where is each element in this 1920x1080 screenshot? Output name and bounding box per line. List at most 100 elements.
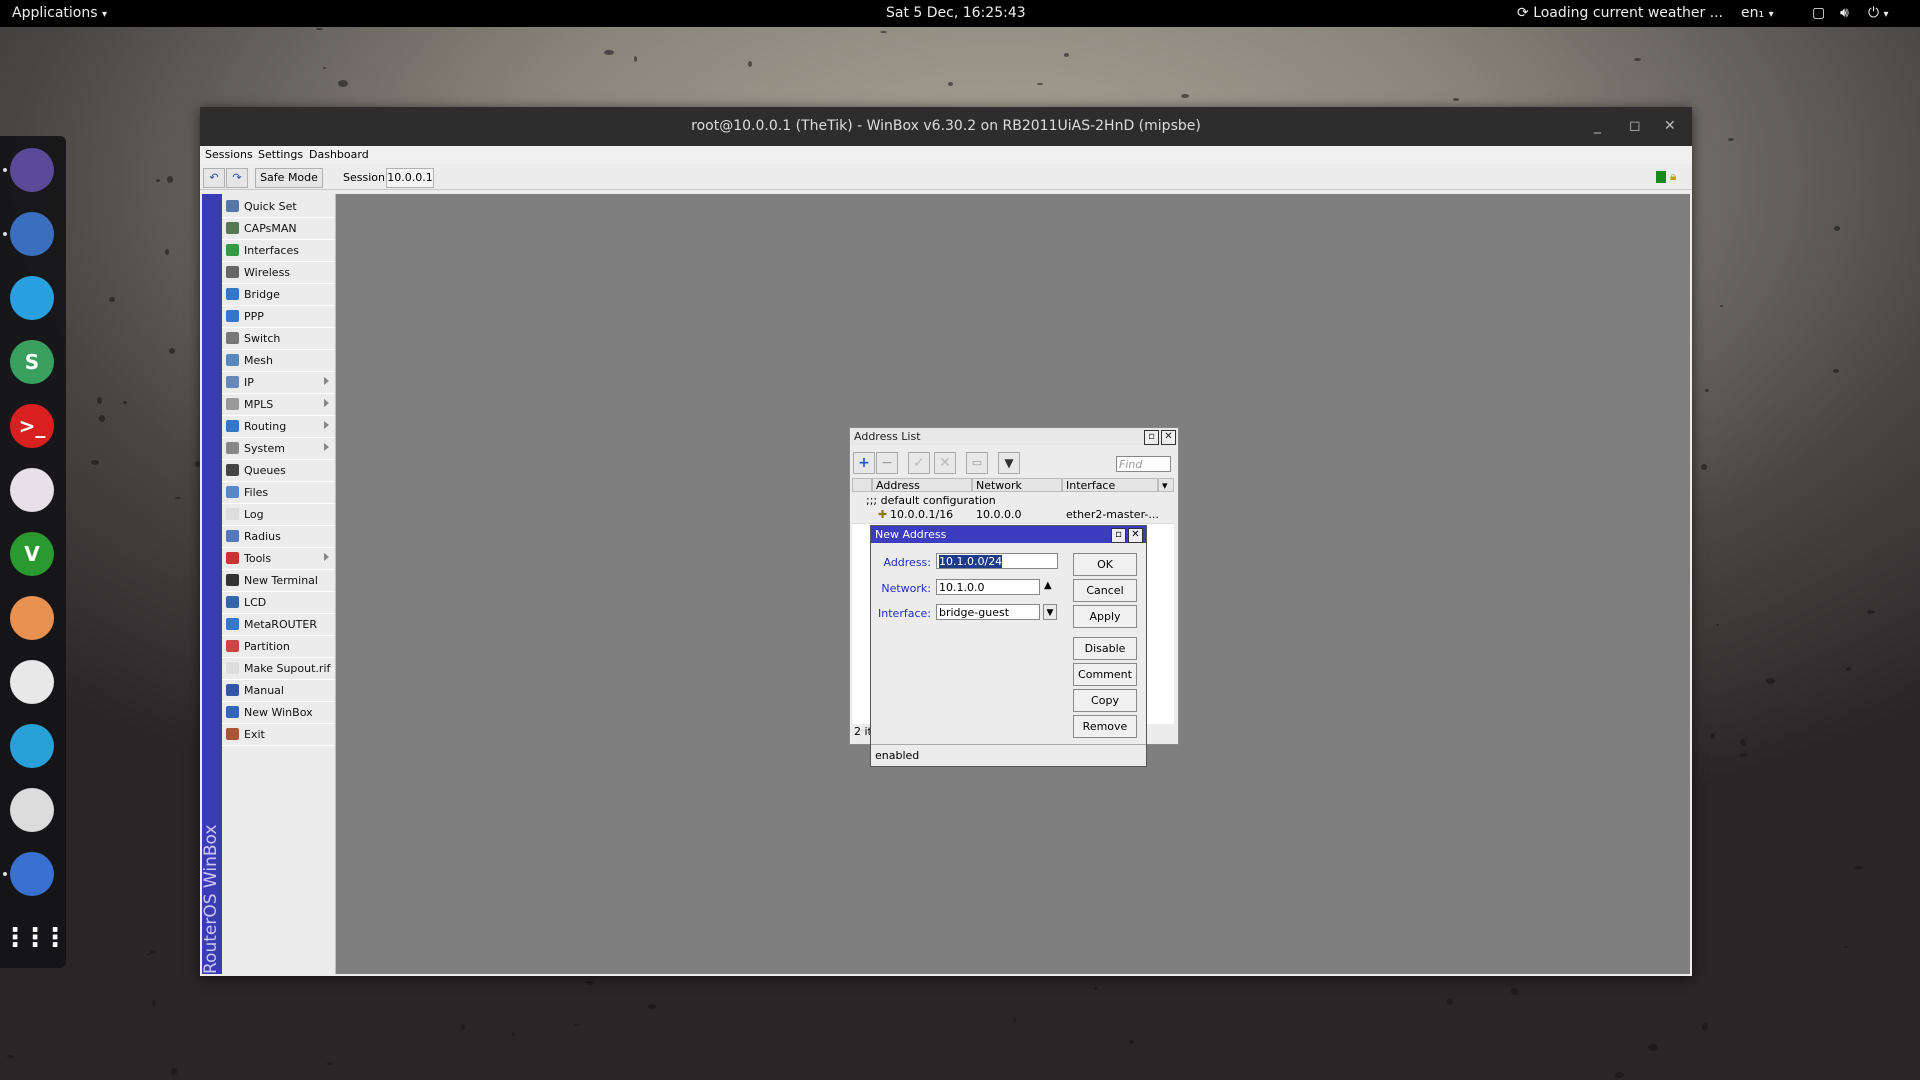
sidebar-item-new-winbox[interactable]: New WinBox [222,702,335,724]
new-address-titlebar[interactable]: New Address ▫ ✕ [871,526,1146,543]
sidebar-menu: Quick Set CAPsMAN Interfaces Wireless Bridge… [222,194,336,974]
window-titlebar[interactable]: root@10.0.0.1 (TheTik) - WinBox v6.30.2 … [200,107,1692,146]
sidebar-item-exit[interactable]: Exit [222,724,335,746]
column-network[interactable]: Network [972,478,1062,492]
sidebar-item-manual[interactable]: Manual [222,680,335,702]
close-icon[interactable]: ✕ [1161,430,1176,445]
sidebar-item-mesh[interactable]: Mesh [222,350,335,372]
raindrop [323,67,326,69]
undo-icon[interactable]: ↶ [203,168,225,188]
filter-icon[interactable]: ▼ [998,452,1020,474]
thunderbird-icon[interactable] [10,212,54,256]
slack-icon[interactable]: S [10,340,54,384]
sidebar-item-bridge[interactable]: Bridge [222,284,335,306]
remove-icon[interactable]: − [876,452,898,474]
network-field[interactable]: 10.1.0.0 [936,579,1040,595]
sidebar-item-tools[interactable]: Tools [222,548,335,570]
sidebar-item-system[interactable]: System [222,438,335,460]
raindrop [1766,678,1775,684]
monitor-icon[interactable] [10,724,54,768]
keyboard-layout[interactable]: en₁ ▾ [1741,0,1774,27]
menu-dashboard[interactable]: Dashboard [309,148,369,161]
interface-select[interactable]: bridge-guest [936,604,1040,620]
sidebar-item-switch[interactable]: Switch [222,328,335,350]
table-row[interactable]: ✚ 10.0.0.1/16 10.0.0.0 ether2-master-... [852,508,1174,522]
disable-button[interactable]: Disable [1073,637,1137,660]
dropdown-icon[interactable]: ▼ [1043,604,1057,620]
find-input[interactable]: Find [1116,456,1171,472]
clock-icon[interactable] [10,660,54,704]
atom-icon[interactable] [10,468,54,512]
raindrop [171,1068,177,1075]
column-chooser-icon[interactable]: ▾ [1158,478,1174,492]
address-list-titlebar[interactable]: Address List ▫ ✕ [850,428,1178,445]
column-interface[interactable]: Interface [1062,478,1158,492]
window-icon[interactable]: ▢ [1812,0,1825,27]
sidebar-item-queues[interactable]: Queues [222,460,335,482]
collapse-icon[interactable]: ▲ [1044,580,1052,591]
remove-button[interactable]: Remove [1073,715,1137,738]
volume-icon[interactable]: 🔊︎ [1840,0,1849,27]
raindrop [109,297,115,302]
session-field[interactable]: 10.0.0.1 [386,168,434,188]
mail-icon[interactable] [10,276,54,320]
sidebar-item-metarouter[interactable]: MetaROUTER [222,614,335,636]
address-field[interactable]: 10.1.0.0/24 [936,553,1058,569]
maximize-icon[interactable]: ◻ [1629,107,1641,146]
speaker-icon[interactable] [10,596,54,640]
sidebar-item-mpls[interactable]: MPLS [222,394,335,416]
close-icon[interactable]: ✕ [1128,528,1143,543]
apply-button[interactable]: Apply [1073,605,1137,628]
menu-settings[interactable]: Settings [258,148,303,161]
safe-mode-button[interactable]: Safe Mode [255,168,323,188]
sidebar-item-routing[interactable]: Routing [222,416,335,438]
disable-icon[interactable]: ✕ [934,452,956,474]
sidebar-item-label: Tools [244,552,272,565]
terminal-icon[interactable]: >_ [10,404,54,448]
sidebar-item-files[interactable]: Files [222,482,335,504]
sidebar-item-lcd[interactable]: LCD [222,592,335,614]
top-bar: Applications ▾ Sat 5 Dec, 16:25:43 ⟳ Loa… [0,0,1920,27]
redo-icon[interactable]: ↷ [226,168,248,188]
sidebar-item-ppp[interactable]: PPP [222,306,335,328]
enable-icon[interactable]: ✓ [908,452,930,474]
brand-label: RouterOS WinBox [201,824,221,974]
sidebar-item-interfaces[interactable]: Interfaces [222,240,335,262]
quickset-icon [226,200,239,212]
sidebar-item-label: Wireless [244,266,291,279]
sidebar-item-log[interactable]: Log [222,504,335,526]
sidebar-item-radius[interactable]: Radius [222,526,335,548]
settings-toggle-icon[interactable] [10,788,54,832]
raindrop [1013,1018,1016,1022]
close-icon[interactable]: ✕ [1664,107,1676,146]
weather-status[interactable]: ⟳ Loading current weather ... [1517,0,1723,27]
column-address[interactable]: Address [872,478,972,492]
raindrop [573,1024,580,1026]
sidebar-item-capsman[interactable]: CAPsMAN [222,218,335,240]
sidebar-item-ip[interactable]: IP [222,372,335,394]
copy-button[interactable]: Copy [1073,689,1137,712]
cancel-button[interactable]: Cancel [1073,579,1137,602]
sidebar-item-wireless[interactable]: Wireless [222,262,335,284]
sidebar-item-make-supout-rif[interactable]: Make Supout.rif [222,658,335,680]
winbox-icon[interactable] [10,852,54,896]
clock[interactable]: Sat 5 Dec, 16:25:43 [886,0,1026,27]
sidebar-item-quick-set[interactable]: Quick Set [222,196,335,218]
add-icon[interactable]: + [853,452,875,474]
vim-icon[interactable]: V [10,532,54,576]
ok-button[interactable]: OK [1073,553,1137,576]
applications-menu[interactable]: Applications ▾ [12,0,107,27]
files-icon[interactable] [10,148,54,192]
restore-icon[interactable]: ▫ [1111,528,1126,543]
menu-sessions[interactable]: Sessions [205,148,253,161]
minimize-icon[interactable]: _ [1594,107,1601,146]
comment-button[interactable]: Comment [1073,663,1137,686]
sidebar-item-partition[interactable]: Partition [222,636,335,658]
tools-icon [226,552,239,564]
sidebar-item-label: Mesh [244,354,273,367]
app-grid-icon[interactable]: ⋮⋮⋮ [2,916,68,960]
sidebar-item-new-terminal[interactable]: New Terminal [222,570,335,592]
comment-icon[interactable]: ▭ [966,452,988,474]
power-icon[interactable]: ⏻ ▾ [1868,0,1889,27]
restore-icon[interactable]: ▫ [1144,430,1159,445]
